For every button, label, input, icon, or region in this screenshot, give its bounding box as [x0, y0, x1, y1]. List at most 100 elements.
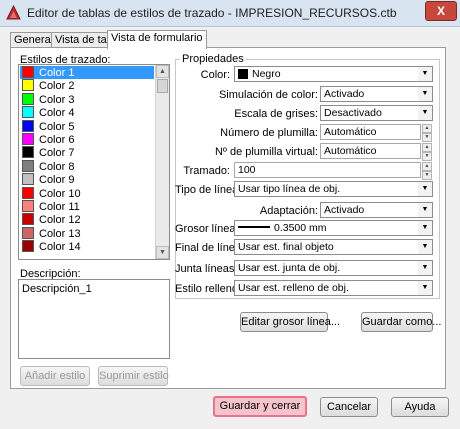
list-item[interactable]: Color 9: [20, 173, 154, 186]
dropdown-arrow-icon: ▼: [418, 221, 432, 235]
color-value: Negro: [252, 68, 281, 80]
color-swatch-icon: [22, 79, 34, 92]
pen-number-spinner[interactable]: ▲ ▼: [422, 124, 432, 142]
dropdown-arrow-icon: ▼: [418, 261, 432, 275]
list-item[interactable]: Color 6: [20, 133, 154, 146]
tab-table-view[interactable]: Vista de tabla: [51, 32, 121, 48]
lineweight-label: Grosor línea:: [175, 223, 239, 235]
list-item-label: Color 11: [39, 201, 80, 213]
virtual-pen-value: Automático: [324, 145, 377, 157]
fill-style-combo[interactable]: Usar est. relleno de obj. ▼: [234, 280, 433, 296]
list-scrollbar[interactable]: ▲ ▼: [155, 65, 169, 259]
spin-up-icon[interactable]: ▲: [422, 143, 432, 152]
add-style-button[interactable]: Añadir estilo: [20, 366, 90, 386]
list-item[interactable]: Color 3: [20, 92, 154, 106]
virtual-pen-field[interactable]: Automático: [320, 143, 421, 159]
dithering-combo[interactable]: Activado ▼: [320, 86, 433, 102]
help-button[interactable]: Ayuda: [391, 397, 449, 417]
line-end-combo[interactable]: Usar est. final objeto ▼: [234, 239, 433, 255]
list-item[interactable]: Color 5: [20, 119, 154, 133]
color-swatch-icon: [22, 173, 34, 186]
color-swatch-icon: [22, 66, 34, 78]
list-item[interactable]: Color 10: [20, 186, 154, 200]
styles-listbox[interactable]: Color 14 Color 13 Color 12 Color 11 Color 10…: [18, 64, 170, 260]
properties-title: Propiedades: [180, 53, 246, 65]
list-item-label: Color 8: [39, 160, 75, 173]
list-item-label: Color 2: [39, 80, 75, 93]
dropdown-arrow-icon: ▼: [418, 87, 432, 101]
spin-up-icon[interactable]: ▲: [422, 124, 432, 133]
list-item[interactable]: Color 8: [20, 159, 154, 173]
pen-number-field[interactable]: Automático: [320, 124, 421, 140]
line-end-label: Final de línea:: [175, 242, 245, 254]
save-and-close-button[interactable]: Guardar y cerrar: [213, 396, 307, 417]
title-bar: Editor de tablas de estilos de trazado -…: [0, 0, 460, 27]
line-join-combo[interactable]: Usar est. junta de obj. ▼: [234, 260, 433, 276]
dropdown-arrow-icon: ▼: [418, 203, 432, 217]
fill-style-label: Estilo relleno:: [175, 283, 242, 295]
description-field[interactable]: Descripción_1: [18, 279, 170, 359]
virtual-pen-label: Nº de plumilla virtual:: [214, 146, 318, 158]
list-item-label: Color 7: [39, 147, 75, 160]
tab-general[interactable]: General: [10, 32, 56, 48]
dropdown-arrow-icon: ▼: [418, 67, 432, 81]
color-label: Color:: [200, 69, 230, 81]
grayscale-value: Desactivado: [324, 107, 382, 119]
screening-label: Tramado:: [183, 165, 230, 177]
list-item-label: Color 6: [39, 134, 75, 146]
list-item[interactable]: Color 1: [20, 66, 154, 79]
cancel-button[interactable]: Cancelar: [320, 397, 378, 417]
linetype-label: Tipo de línea:: [175, 184, 242, 196]
color-swatch-icon: [22, 159, 34, 172]
color-swatch-icon: [22, 240, 34, 253]
list-item[interactable]: Color 12: [20, 213, 154, 226]
color-swatch-icon: [22, 213, 34, 226]
spin-down-icon[interactable]: ▼: [422, 171, 432, 180]
list-item[interactable]: Color 11: [20, 200, 154, 213]
line-end-value: Usar est. final objeto: [238, 241, 334, 253]
save-as-button[interactable]: Guardar como...: [361, 312, 441, 332]
scroll-up-icon[interactable]: ▲: [156, 65, 169, 78]
dropdown-arrow-icon: ▼: [418, 281, 432, 295]
screening-spinner[interactable]: ▲ ▼: [422, 162, 432, 180]
line-join-value: Usar est. junta de obj.: [238, 262, 341, 274]
color-swatch-icon: [22, 146, 34, 159]
edit-lineweights-button[interactable]: Editar grosor línea...: [240, 312, 340, 332]
delete-style-button[interactable]: Suprimir estilo: [98, 366, 169, 386]
dithering-label: Simulación de color:: [218, 89, 318, 101]
list-item-label: Color 5: [39, 120, 75, 133]
grayscale-combo[interactable]: Desactivado ▼: [320, 105, 433, 121]
list-item[interactable]: Color 14: [20, 240, 154, 253]
list-item-label: Color 9: [39, 174, 75, 187]
description-value: Descripción_1: [22, 283, 92, 295]
adaptive-label: Adaptación:: [259, 205, 318, 217]
pen-number-label: Número de plumilla:: [220, 127, 318, 139]
scroll-down-icon[interactable]: ▼: [156, 246, 169, 259]
pen-number-value: Automático: [324, 126, 377, 138]
lineweight-combo[interactable]: 0.3500 mm ▼: [234, 220, 433, 236]
list-item-label: Color 4: [39, 107, 75, 120]
screening-field[interactable]: 100: [234, 162, 421, 178]
dropdown-arrow-icon: ▼: [418, 106, 432, 120]
color-swatch-icon: [22, 133, 34, 145]
tab-form-view[interactable]: Vista de formulario: [107, 30, 207, 49]
scroll-thumb[interactable]: [157, 79, 168, 93]
list-item[interactable]: Color 7: [20, 146, 154, 159]
spin-down-icon[interactable]: ▼: [422, 152, 432, 161]
adaptive-combo[interactable]: Activado ▼: [320, 202, 433, 218]
list-item-label: Color 1: [39, 67, 75, 79]
color-swatch-icon: [22, 106, 34, 119]
list-item[interactable]: Color 13: [20, 226, 154, 240]
close-button[interactable]: X: [425, 1, 457, 21]
list-item[interactable]: Color 4: [20, 106, 154, 119]
color-swatch: [238, 69, 248, 79]
linetype-combo[interactable]: Usar tipo línea de obj. ▼: [234, 181, 433, 197]
virtual-pen-spinner[interactable]: ▲ ▼: [422, 143, 432, 161]
list-item-label: Color 3: [39, 93, 75, 106]
color-combo[interactable]: Negro ▼: [234, 66, 433, 82]
list-item[interactable]: Color 2: [20, 79, 154, 92]
window-title: Editor de tablas de estilos de trazado -…: [27, 6, 397, 20]
spin-up-icon[interactable]: ▲: [422, 162, 432, 171]
spin-down-icon[interactable]: ▼: [422, 133, 432, 142]
dropdown-arrow-icon: ▼: [418, 182, 432, 196]
